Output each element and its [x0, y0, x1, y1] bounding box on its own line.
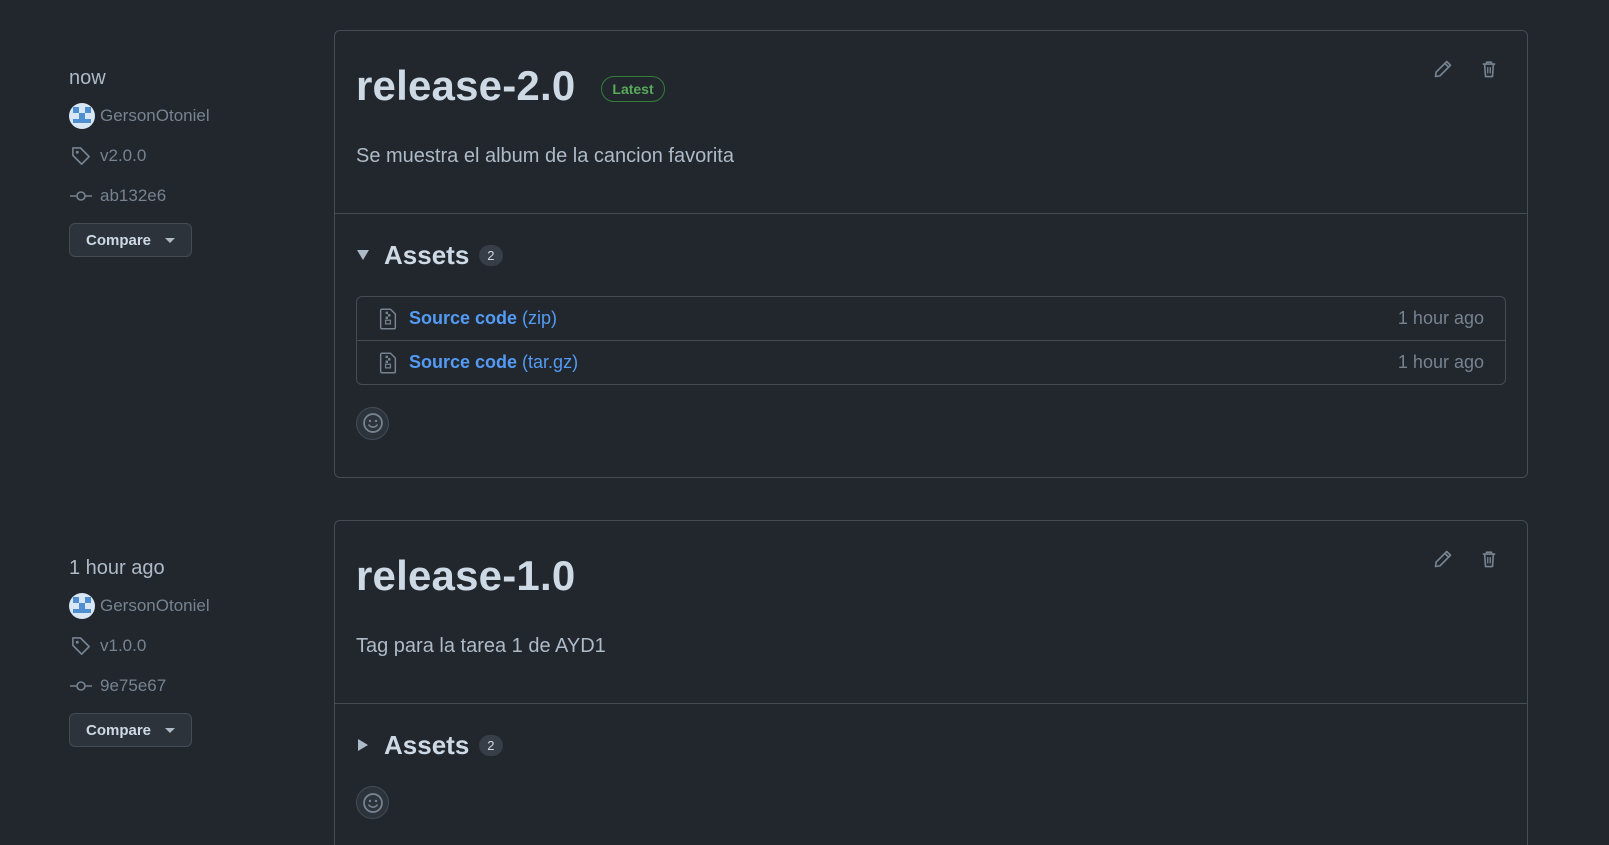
assets-label: Assets [384, 239, 470, 270]
file-zip-icon [379, 351, 399, 375]
pencil-icon[interactable] [1431, 57, 1455, 81]
assets-toggle[interactable]: Assets 2 [356, 704, 1506, 786]
pencil-icon[interactable] [1431, 547, 1455, 571]
assets-count: 2 [479, 734, 503, 756]
trash-icon[interactable] [1477, 57, 1501, 81]
release-meta: 1 hour ago GersonOtoniel v1.0.0 9e75e67 … [69, 553, 309, 747]
tag-name[interactable]: v2.0.0 [100, 146, 146, 166]
compare-button[interactable]: Compare [69, 713, 193, 747]
release-description: Se muestra el album de la cancion favori… [356, 145, 734, 167]
release-title[interactable]: release-2.0 [356, 62, 575, 110]
commit-sha[interactable]: 9e75e67 [100, 676, 166, 696]
reactions-row [356, 786, 1506, 819]
assets-section: Assets 2 Source code (zip) 1 hour ago So… [335, 214, 1527, 461]
release-header: release-2.0 Latest Se muestra el album d… [335, 31, 1527, 214]
asset-time: 1 hour ago [1397, 352, 1484, 372]
asset-name: Source code [409, 352, 518, 372]
release-time: 1 hour ago [69, 557, 165, 579]
assets-label: Assets [384, 729, 470, 760]
releases-page: now GersonOtoniel v2.0.0 ab132e6 Compare [0, 0, 1609, 845]
release-title-row: release-2.0 Latest [356, 31, 1506, 141]
tag-name[interactable]: v1.0.0 [100, 636, 146, 656]
asset-list: Source code (zip) 1 hour ago Source code(… [356, 296, 1506, 385]
release-description: Tag para la tarea 1 de AYD1 [356, 635, 606, 657]
release-card: release-2.0 Latest Se muestra el album d… [334, 30, 1528, 478]
avatar[interactable] [69, 593, 95, 619]
release-meta: now GersonOtoniel v2.0.0 ab132e6 Compare [69, 63, 309, 257]
release-author[interactable]: GersonOtoniel [69, 103, 309, 129]
asset-ext: (zip) [522, 308, 558, 328]
author-name[interactable]: GersonOtoniel [100, 106, 210, 126]
assets-toggle[interactable]: Assets 2 [356, 214, 1506, 296]
assets-count: 2 [479, 244, 503, 266]
trash-icon[interactable] [1477, 547, 1501, 571]
asset-time: 1 hour ago [1397, 308, 1484, 328]
assets-section: Assets 2 [335, 704, 1527, 819]
git-commit-icon [69, 184, 93, 208]
release-title[interactable]: release-1.0 [356, 552, 575, 600]
latest-badge: Latest [601, 76, 665, 102]
release-actions [1431, 57, 1501, 81]
chevron-down-icon [165, 727, 176, 733]
release-tag[interactable]: v1.0.0 [69, 633, 309, 659]
asset-download-link[interactable]: Source code (zip) [409, 308, 557, 329]
release-tag[interactable]: v2.0.0 [69, 143, 309, 169]
asset-download-link[interactable]: Source code (tar.gz) [409, 352, 578, 373]
release-author[interactable]: GersonOtoniel [69, 593, 309, 619]
author-name[interactable]: GersonOtoniel [100, 596, 210, 616]
smiley-icon[interactable] [356, 406, 389, 440]
reactions-row [356, 385, 1506, 461]
tag-icon [69, 144, 93, 168]
triangle-down-icon[interactable] [356, 248, 370, 262]
release-title-row: release-1.0 [356, 521, 1506, 631]
compare-label: Compare [86, 231, 152, 249]
list-item: Source code (zip) 1 hour ago [357, 297, 1505, 340]
release-card: release-1.0 Tag para la tarea 1 de AYD1 … [334, 520, 1528, 845]
triangle-right-icon[interactable] [356, 738, 370, 752]
release-commit[interactable]: ab132e6 [69, 183, 309, 209]
file-zip-icon [379, 307, 399, 331]
smiley-icon[interactable] [356, 786, 389, 819]
git-commit-icon [69, 674, 93, 698]
compare-button[interactable]: Compare [69, 223, 193, 257]
avatar[interactable] [69, 103, 95, 129]
asset-name: Source code [409, 308, 518, 328]
tag-icon [69, 634, 93, 658]
release-actions [1431, 547, 1501, 571]
compare-label: Compare [86, 721, 152, 739]
commit-sha[interactable]: ab132e6 [100, 186, 166, 206]
chevron-down-icon [165, 237, 176, 243]
release-time: now [69, 67, 106, 89]
release-header: release-1.0 Tag para la tarea 1 de AYD1 [335, 521, 1527, 704]
release-commit[interactable]: 9e75e67 [69, 673, 309, 699]
asset-ext: (tar.gz) [522, 352, 579, 372]
list-item: Source code (tar.gz) 1 hour ago [357, 340, 1505, 384]
